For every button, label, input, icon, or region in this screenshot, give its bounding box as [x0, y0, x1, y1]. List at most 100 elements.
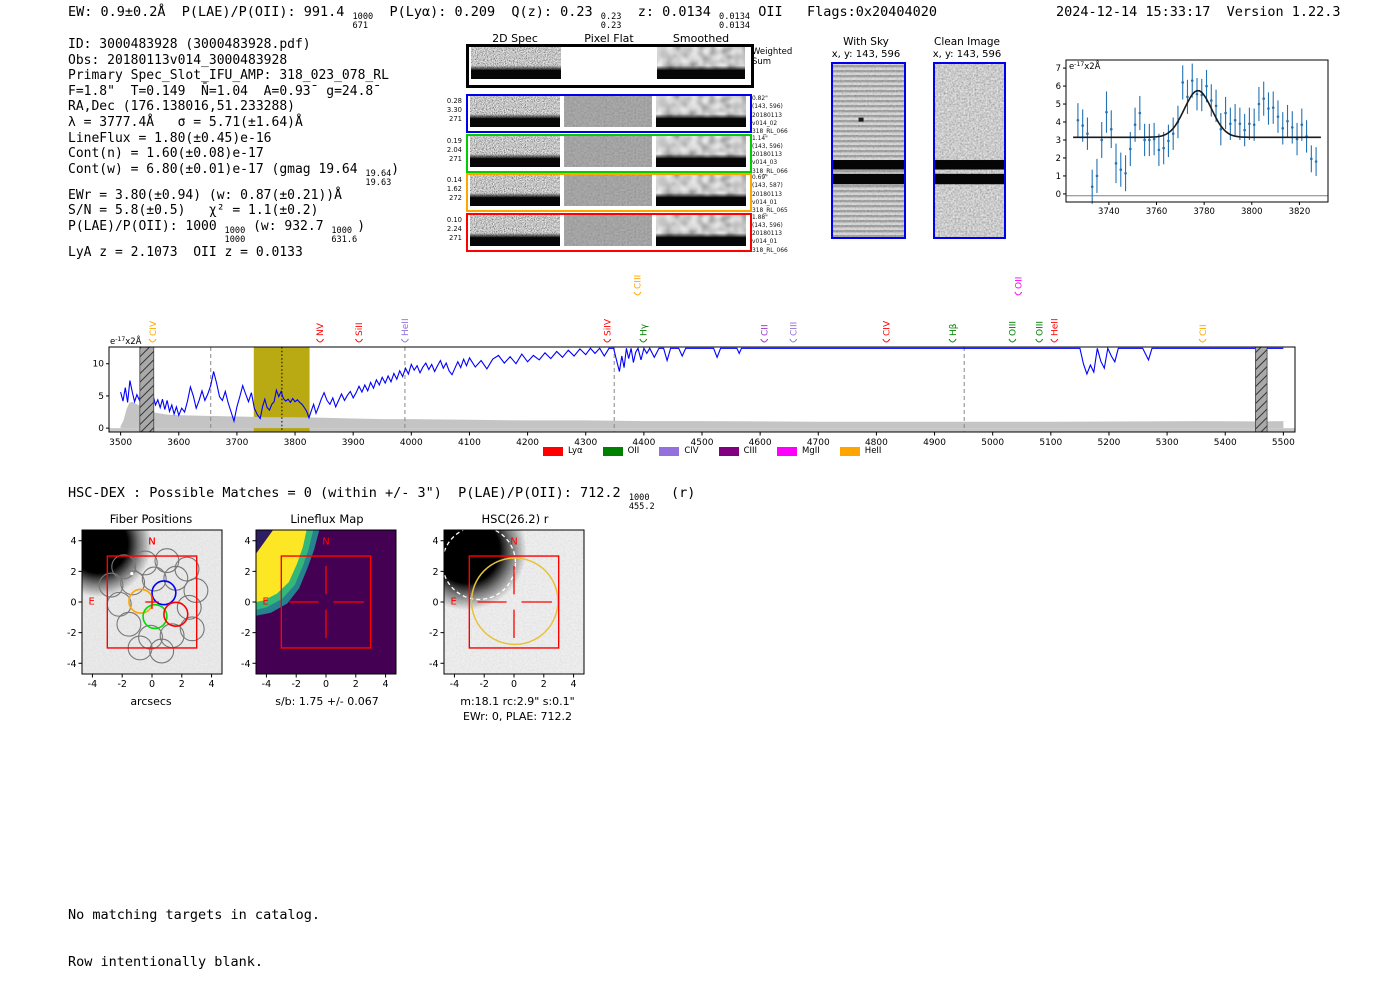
stacked-fraction: 0.0134 0.0134 — [719, 12, 751, 32]
east-label: E — [89, 596, 95, 607]
info-line: F=1.8" T=0.149 N̄=1.04 A=0.93̄ g=24.8̄ — [68, 83, 374, 99]
cutout-panel-flat — [564, 214, 652, 246]
cutout-panel-blank — [565, 47, 653, 79]
with-sky-image — [831, 62, 906, 239]
svg-text:4900: 4900 — [923, 438, 946, 448]
north-label: N — [322, 537, 329, 548]
info-line: P(LAE)/P(OII): 1000 1000 1000 (w: 932.7 1… — [68, 218, 366, 245]
svg-text:SiII: SiII — [355, 322, 365, 336]
spectral-line-legend: Lyα OII CIV CIII MgII HeII — [543, 446, 881, 456]
cutout-panel-noise — [470, 175, 560, 206]
svg-text:-4: -4 — [450, 679, 459, 690]
svg-text:5: 5 — [1056, 100, 1061, 110]
fiber-positions-xlabel: arcsecs — [130, 695, 172, 708]
svg-text:2: 2 — [70, 567, 76, 578]
svg-text:N: N — [148, 537, 155, 548]
info-line: ID: 3000483928 (3000483928.pdf) — [68, 37, 311, 52]
svg-text:4: 4 — [244, 536, 250, 547]
lineflux-map-title: Lineflux Map — [290, 512, 364, 526]
cutout-panel-smooth — [656, 135, 746, 167]
svg-text:5100: 5100 — [1039, 438, 1062, 448]
svg-text:-2: -2 — [479, 679, 488, 690]
svg-text:OIII: OIII — [1035, 321, 1045, 336]
stacked-fraction: 19.64 19.63 — [365, 168, 392, 188]
svg-text:5400: 5400 — [1214, 438, 1237, 448]
svg-text:0: 0 — [98, 424, 104, 434]
cutout-row-left-label: 0.28 3.30 271 — [446, 97, 462, 124]
legend-swatch — [839, 446, 860, 456]
info-line: Cont(n) = 1.60(±0.08)e-17 — [68, 146, 264, 162]
svg-text:0: 0 — [323, 679, 329, 690]
cutout-row-right-label: 0.82" (143, 596) 20180113 v014_02 318_RL_066 — [752, 96, 788, 136]
lineflux-map-plot: N E -4 -4 -2 -2 0 0 2 2 4 4 — [241, 529, 397, 690]
cutout-row-right-label: 0.69" (143, 587) 20180113 v014_01 318_RL_065 — [752, 175, 788, 215]
svg-text:4: 4 — [571, 679, 577, 690]
svg-text:Hβ: Hβ — [949, 323, 959, 336]
svg-text:2: 2 — [1056, 154, 1061, 164]
svg-text:CII: CII — [760, 324, 770, 336]
svg-text:NV: NV — [316, 322, 326, 336]
hsc-cutout-xlabel2: EWr: 0, PLAE: 712.2 — [462, 710, 573, 723]
cutout-panel-noise — [471, 47, 561, 79]
svg-text:OIII: OIII — [1009, 321, 1019, 336]
svg-text:7: 7 — [1056, 64, 1061, 74]
fiber-positions-title: Fiber Positions — [109, 512, 193, 526]
svg-text:CIII: CIII — [634, 275, 644, 289]
legend-item: CIV — [659, 446, 699, 456]
svg-text:0: 0 — [149, 679, 155, 690]
clean-image — [933, 62, 1006, 239]
weighted-sum-row — [466, 44, 754, 88]
svg-text:3760: 3760 — [1146, 207, 1168, 217]
svg-text:-4: -4 — [88, 679, 97, 690]
svg-text:4000: 4000 — [400, 438, 423, 448]
stacked-fraction: 1000 455.2 — [628, 493, 655, 513]
cutout-panel-smooth — [656, 175, 746, 206]
stacked-fraction: 1000 671 — [352, 12, 374, 32]
info-line: LyA z = 2.1073 OII z = 0.0133 — [68, 245, 303, 260]
lineflux-map-xlabel: s/b: 1.75 +/- 0.067 — [275, 695, 379, 708]
white-dot — [130, 572, 134, 576]
legend-swatch — [718, 446, 739, 456]
legend-item: MgII — [777, 446, 820, 456]
svg-text:3700: 3700 — [225, 438, 248, 448]
cutout-row-box — [466, 133, 752, 173]
info-line: Primary Spec_Slot_IFU_AMP: 318_023_078_R… — [68, 68, 389, 84]
cutout-panel-flat — [564, 175, 652, 206]
svg-text:6: 6 — [1056, 82, 1061, 92]
svg-text:3: 3 — [1056, 136, 1061, 146]
cutout-row-left-label: 0.14 1.62 272 — [446, 176, 462, 203]
svg-text:CIV: CIV — [882, 320, 892, 336]
cutout-row-box — [466, 173, 752, 212]
legend-item: CIII — [718, 446, 757, 456]
cutout-panel-noise — [470, 96, 560, 127]
legend-item: OII — [602, 446, 639, 456]
legend-swatch — [777, 446, 798, 456]
info-line: RA,Dec (176.138016,51.233288) — [68, 99, 295, 115]
east-label: E — [451, 596, 457, 607]
svg-text:2: 2 — [432, 567, 438, 578]
svg-text:3500: 3500 — [109, 438, 132, 448]
svg-text:3800: 3800 — [1241, 207, 1263, 217]
svg-text:4: 4 — [432, 536, 438, 547]
cutout-panel-noise — [470, 135, 560, 167]
svg-text:5300: 5300 — [1156, 438, 1179, 448]
report-summary-header: EW: 0.9±0.2Å P(LAE)/P(OII): 991.4 1000 67… — [68, 4, 937, 32]
legend-swatch — [659, 446, 680, 456]
svg-text:3820: 3820 — [1289, 207, 1311, 217]
svg-text:1: 1 — [1056, 172, 1061, 182]
fiber-positions-plot: NEN-4-4-2-2002244 — [67, 529, 223, 690]
legend-item: Lyα — [543, 446, 583, 456]
svg-text:0: 0 — [432, 598, 438, 609]
svg-text:0: 0 — [70, 598, 76, 609]
cutout-row-left-label: 0.10 2.24 271 — [446, 215, 462, 242]
svg-text:5200: 5200 — [1098, 438, 1121, 448]
svg-text:SiIV: SiIV — [603, 318, 613, 336]
svg-text:0: 0 — [1056, 190, 1061, 200]
info-line: Cont(w) = 6.80(±0.01)e-17 (gmag 19.64 19… — [68, 161, 400, 188]
info-line: λ = 3777.4Å σ = 5.71(±1.64)Å — [68, 114, 303, 130]
svg-text:10: 10 — [93, 360, 105, 370]
spectral-line-labels: CIV NV SiII HeII SiIV CIII Hγ CII CIII CIV Hβ OIII O… — [148, 275, 1209, 343]
svg-text:-4: -4 — [241, 659, 250, 670]
hsc-dex-summary: HSC-DEX : Possible Matches = 0 (within +… — [68, 485, 696, 513]
weighted-sum-label: Weighted Sum — [752, 47, 793, 67]
